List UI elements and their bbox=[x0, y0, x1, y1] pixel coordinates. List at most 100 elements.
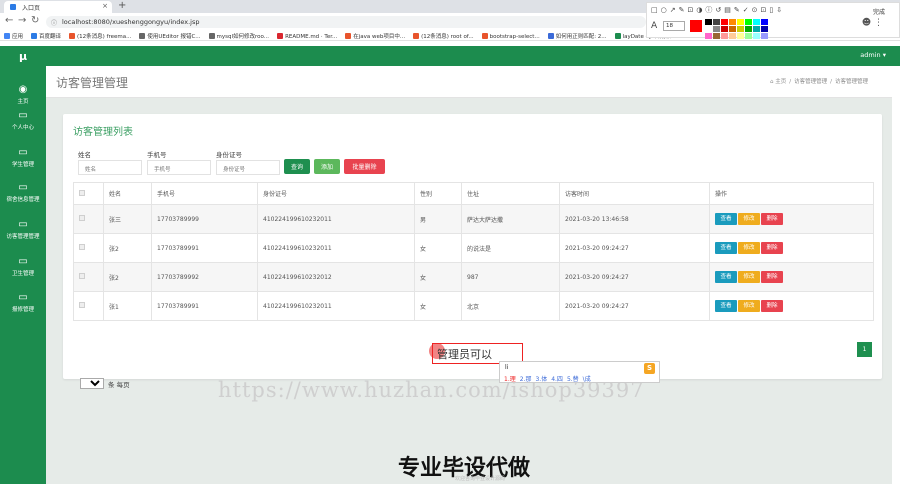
color-swatch[interactable] bbox=[721, 19, 728, 25]
forward-icon[interactable]: → bbox=[18, 15, 26, 26]
cell-address: 987 bbox=[461, 262, 560, 292]
annotation-tools[interactable]: □○↗✎⊡◑ⓘ↺▤✎✓⊙⊡▯⇩ bbox=[651, 5, 785, 15]
color-swatch[interactable] bbox=[753, 26, 760, 32]
color-swatch[interactable] bbox=[721, 33, 728, 39]
sidebar-item[interactable]: ▭ 学生管理 bbox=[0, 147, 46, 168]
color-swatch[interactable] bbox=[705, 26, 712, 32]
color-swatch[interactable] bbox=[729, 33, 736, 39]
breadcrumb-separator: / bbox=[830, 79, 832, 85]
idcard-filter-input[interactable] bbox=[216, 160, 280, 175]
delete-button[interactable]: 删除 bbox=[761, 213, 783, 225]
batch-delete-button[interactable]: 批量删除 bbox=[344, 159, 385, 174]
select-all-checkbox[interactable] bbox=[79, 189, 85, 196]
sidebar-item[interactable]: ▭ 访客管理管理 bbox=[0, 219, 46, 240]
url-input[interactable]: ⓘ localhost:8080/xueshenggongyu/index.js… bbox=[46, 16, 646, 28]
color-swatch[interactable] bbox=[745, 33, 752, 39]
bookmark-item[interactable]: mysql如何修改roo... bbox=[205, 30, 274, 40]
color-swatch[interactable] bbox=[729, 26, 736, 32]
row-checkbox[interactable] bbox=[79, 302, 85, 308]
sidebar-item[interactable]: ▭ 卫生管理 bbox=[0, 256, 46, 277]
breadcrumb-item[interactable]: ⌂ 主页 bbox=[770, 79, 786, 85]
color-swatch[interactable] bbox=[745, 26, 752, 32]
sidebar-item[interactable]: ▭ 个人中心 bbox=[0, 110, 46, 131]
color-swatch[interactable] bbox=[705, 33, 712, 39]
edit-button[interactable]: 修改 bbox=[738, 242, 760, 254]
bookmark-item[interactable]: 使用UEditor 报错C... bbox=[135, 30, 204, 40]
phone-filter-input[interactable] bbox=[147, 160, 211, 175]
view-button[interactable]: 查看 bbox=[715, 300, 737, 312]
ime-candidate[interactable]: 3.体 bbox=[535, 376, 547, 383]
bookmark-favicon-icon bbox=[481, 33, 488, 39]
view-button[interactable]: 查看 bbox=[715, 213, 737, 225]
row-checkbox[interactable] bbox=[79, 215, 85, 221]
annotation-done-button[interactable]: 完成 bbox=[873, 7, 885, 16]
active-color-swatch[interactable] bbox=[690, 20, 702, 32]
bookmark-item[interactable]: 在java web项目中... bbox=[341, 30, 409, 40]
query-button[interactable]: 查询 bbox=[284, 159, 310, 174]
sidebar-item[interactable]: ▭ 宿舍信息管理 bbox=[0, 182, 46, 203]
bookmark-item[interactable]: (12条消息) freema... bbox=[65, 30, 135, 40]
bookmark-favicon-icon bbox=[31, 33, 38, 39]
color-swatch[interactable] bbox=[753, 33, 760, 39]
color-swatch[interactable] bbox=[761, 26, 768, 32]
view-button[interactable]: 查看 bbox=[715, 271, 737, 283]
name-filter-input[interactable] bbox=[78, 160, 142, 175]
bookmark-favicon-icon bbox=[547, 33, 554, 39]
color-swatch[interactable] bbox=[761, 19, 768, 25]
add-button[interactable]: 添加 bbox=[314, 159, 340, 174]
color-swatch[interactable] bbox=[745, 19, 752, 25]
bookmark-item[interactable]: 应用 bbox=[0, 30, 27, 40]
sidebar-item[interactable]: ◉ 主页 bbox=[0, 84, 46, 105]
bookmark-item[interactable]: 如何用正则匹配: 2... bbox=[544, 30, 611, 40]
row-checkbox[interactable] bbox=[79, 244, 85, 250]
back-icon[interactable]: ← bbox=[5, 15, 13, 26]
bookmark-favicon-icon bbox=[139, 33, 146, 39]
font-size-select[interactable]: 18 bbox=[663, 21, 685, 31]
color-swatch[interactable] bbox=[753, 19, 760, 25]
bookmark-favicon-icon bbox=[345, 33, 352, 39]
edit-button[interactable]: 修改 bbox=[738, 300, 760, 312]
color-swatch[interactable] bbox=[713, 26, 720, 32]
color-swatch[interactable] bbox=[713, 19, 720, 25]
header-select-all[interactable] bbox=[73, 182, 104, 205]
admin-menu[interactable]: admin ▾ bbox=[860, 51, 886, 59]
edit-button[interactable]: 修改 bbox=[738, 271, 760, 283]
delete-button[interactable]: 删除 bbox=[761, 271, 783, 283]
reload-icon[interactable]: ↻ bbox=[31, 15, 39, 26]
color-swatch[interactable] bbox=[737, 26, 744, 32]
ime-input-text: li bbox=[505, 364, 509, 371]
color-swatch[interactable] bbox=[729, 19, 736, 25]
page-number-button[interactable]: 1 bbox=[857, 342, 872, 357]
bookmark-item[interactable]: (12条消息) root of... bbox=[409, 30, 477, 40]
browser-tab[interactable]: 入口页 × bbox=[4, 1, 112, 13]
color-swatch[interactable] bbox=[721, 26, 728, 32]
bookmark-item[interactable]: bootstrap-select... bbox=[478, 31, 544, 40]
delete-button[interactable]: 删除 bbox=[761, 242, 783, 254]
ime-candidate[interactable]: 1.理 bbox=[504, 376, 516, 383]
color-swatch[interactable] bbox=[737, 19, 744, 25]
sidebar-item-label: 个人中心 bbox=[11, 125, 34, 131]
bookmark-item[interactable]: README.md · Ter... bbox=[273, 31, 341, 40]
row-checkbox[interactable] bbox=[79, 273, 85, 279]
ime-candidate[interactable]: \成 bbox=[583, 376, 591, 383]
site-info-icon[interactable]: ⓘ bbox=[51, 18, 57, 27]
new-tab-button[interactable]: + bbox=[118, 0, 126, 11]
view-button[interactable]: 查看 bbox=[715, 242, 737, 254]
color-swatch[interactable] bbox=[761, 33, 768, 39]
edit-button[interactable]: 修改 bbox=[738, 213, 760, 225]
sidebar-item[interactable]: ▭ 报修管理 bbox=[0, 292, 46, 313]
color-swatch[interactable] bbox=[705, 19, 712, 25]
color-swatch[interactable] bbox=[737, 33, 744, 39]
bookmark-item[interactable]: 百度翻译 bbox=[27, 30, 65, 40]
profile-icon[interactable]: ☻ ⋮ bbox=[862, 18, 883, 28]
ime-candidate[interactable]: 5.替 bbox=[567, 376, 579, 383]
page-size-select[interactable]: 10 bbox=[80, 378, 104, 389]
ime-candidate[interactable]: 2.那 bbox=[520, 376, 532, 383]
ime-candidate[interactable]: 4.四 bbox=[551, 376, 563, 383]
color-swatch[interactable] bbox=[713, 33, 720, 39]
font-icon[interactable]: A bbox=[651, 21, 657, 31]
breadcrumb-item[interactable]: 访客管理管理 bbox=[835, 79, 868, 85]
breadcrumb-item[interactable]: 访客管理管理 bbox=[794, 79, 827, 85]
close-tab-icon[interactable]: × bbox=[102, 2, 108, 10]
delete-button[interactable]: 删除 bbox=[761, 300, 783, 312]
